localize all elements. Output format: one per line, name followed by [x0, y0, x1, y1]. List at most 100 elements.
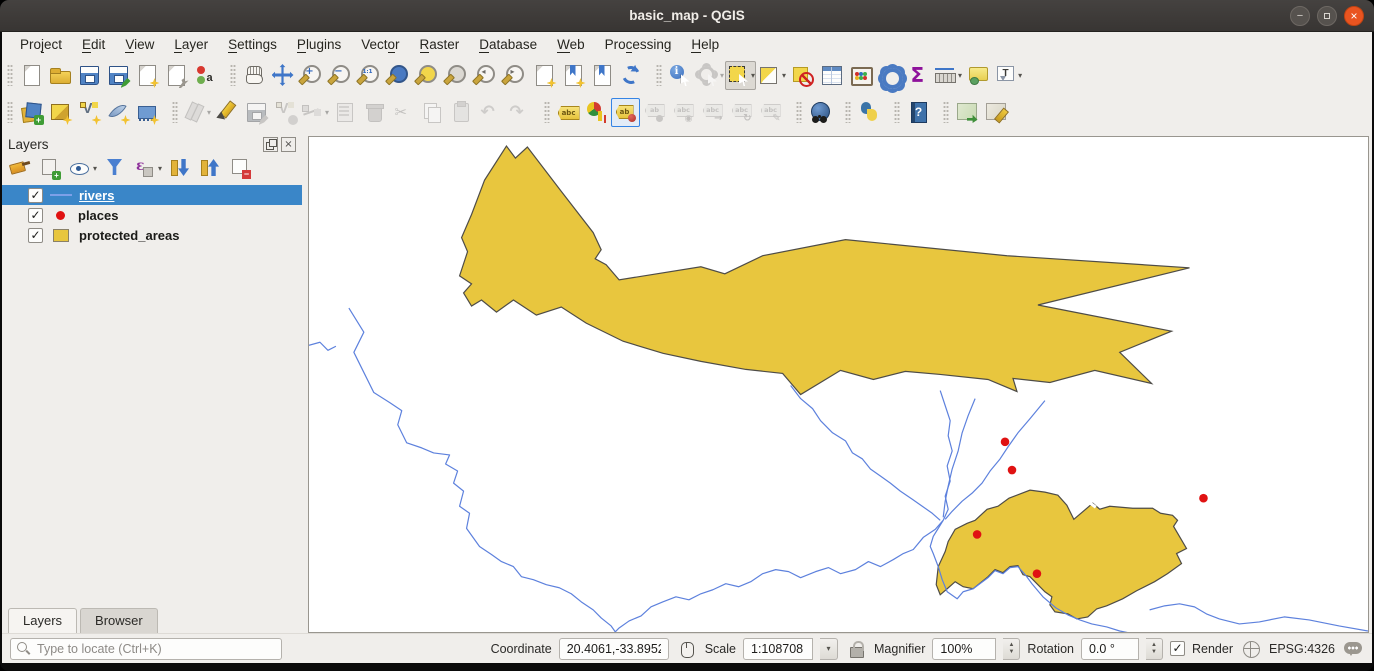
toggle-editing-button[interactable]: [212, 98, 241, 127]
data-source-manager-button[interactable]: [16, 98, 45, 127]
save-layer-edits-button[interactable]: [241, 98, 270, 127]
map-tips-button[interactable]: [963, 61, 992, 90]
toolbar-handle[interactable]: [656, 64, 662, 86]
dropdown-arrow-icon[interactable]: ▾: [720, 71, 724, 80]
toolbar-handle[interactable]: [796, 101, 802, 123]
filter-legend-button[interactable]: [103, 156, 127, 180]
pin-labels-button[interactable]: [611, 98, 640, 127]
change-label-button[interactable]: [756, 98, 785, 127]
add-feature-button[interactable]: [270, 98, 299, 127]
layer-item-rivers[interactable]: ✓rivers: [2, 185, 302, 205]
crs-globe-icon[interactable]: [1240, 637, 1262, 661]
vertex-tool-button[interactable]: ▾: [299, 98, 330, 127]
toolbar-handle[interactable]: [894, 101, 900, 123]
spin-down-icon[interactable]: ▼: [1151, 649, 1157, 656]
rotation-input[interactable]: [1087, 641, 1133, 657]
new-geopackage-layer-button[interactable]: [45, 98, 74, 127]
menu-layer[interactable]: Layer: [164, 34, 218, 55]
dropdown-arrow-icon[interactable]: ▾: [207, 108, 211, 117]
new-print-layout-button[interactable]: [132, 61, 161, 90]
add-group-button[interactable]: [38, 156, 62, 180]
new-shapefile-layer-button[interactable]: [74, 98, 103, 127]
open-attribute-table-button[interactable]: [816, 61, 845, 90]
toolbar-handle[interactable]: [230, 64, 236, 86]
new-project-button[interactable]: [16, 61, 45, 90]
scale-input[interactable]: [749, 641, 807, 657]
processing-toolbox-button[interactable]: [874, 61, 903, 90]
measure-line-button[interactable]: ▾: [932, 61, 963, 90]
scale-field[interactable]: [743, 638, 813, 660]
tab-browser[interactable]: Browser: [80, 608, 158, 633]
show-spatial-bookmarks-button[interactable]: [558, 61, 587, 90]
layer-item-protected_areas[interactable]: ✓protected_areas: [20, 225, 302, 245]
style-manager-button[interactable]: [190, 61, 219, 90]
toolbar-handle[interactable]: [845, 101, 851, 123]
select-by-form-button[interactable]: ▾: [756, 61, 787, 90]
close-button[interactable]: ×: [1344, 6, 1364, 26]
dropdown-arrow-icon[interactable]: ▾: [751, 71, 755, 80]
move-label-button[interactable]: [698, 98, 727, 127]
toolbar-handle[interactable]: [7, 101, 13, 123]
new-spatial-bookmark-button[interactable]: [529, 61, 558, 90]
save-project-as-button[interactable]: [103, 61, 132, 90]
dropdown-arrow-icon[interactable]: ▾: [1018, 71, 1022, 80]
menu-view[interactable]: View: [115, 34, 164, 55]
rotate-label-button[interactable]: [727, 98, 756, 127]
menu-processing[interactable]: Processing: [595, 34, 682, 55]
zoom-full-button[interactable]: [384, 61, 413, 90]
show-layout-manager-button[interactable]: [161, 61, 190, 90]
locator-bar[interactable]: [10, 638, 282, 660]
field-calculator-button[interactable]: [845, 61, 874, 90]
new-virtual-layer-button[interactable]: [132, 98, 161, 127]
paste-features-button[interactable]: [446, 98, 475, 127]
dropdown-arrow-icon[interactable]: ▾: [325, 108, 329, 117]
highlight-pinned-labels-button[interactable]: [640, 98, 669, 127]
messages-icon[interactable]: [1342, 637, 1364, 661]
mouse-position-toggle-icon[interactable]: [676, 637, 698, 661]
minimize-button[interactable]: −: [1290, 6, 1310, 26]
redo-button[interactable]: [504, 98, 533, 127]
menu-raster[interactable]: Raster: [410, 34, 470, 55]
panel-float-button[interactable]: [263, 137, 278, 152]
rotation-spinner[interactable]: ▲▼: [1146, 638, 1163, 660]
map-canvas[interactable]: [308, 136, 1369, 633]
layer-checkbox[interactable]: ✓: [28, 228, 43, 243]
undo-button[interactable]: [475, 98, 504, 127]
remove-layer-button[interactable]: [228, 156, 252, 180]
panel-close-button[interactable]: ×: [281, 137, 296, 152]
menu-help[interactable]: Help: [681, 34, 729, 55]
show-bookmark-manager-button[interactable]: [587, 61, 616, 90]
dropdown-arrow-icon[interactable]: ▾: [782, 71, 786, 80]
title-bar[interactable]: basic_map - QGIS − ×: [0, 0, 1374, 32]
deselect-features-button[interactable]: [787, 61, 816, 90]
dropdown-arrow-icon[interactable]: ▾: [93, 164, 97, 173]
collapse-all-button[interactable]: [198, 156, 222, 180]
pan-map-button[interactable]: [239, 61, 268, 90]
run-feature-action-button[interactable]: ▾: [694, 61, 725, 90]
layer-item-places[interactable]: ✓places: [20, 205, 302, 225]
locator-input[interactable]: [35, 641, 275, 657]
toolbar-handle[interactable]: [7, 64, 13, 86]
delete-selected-button[interactable]: [359, 98, 388, 127]
tab-layers[interactable]: Layers: [8, 608, 77, 633]
copy-features-button[interactable]: [417, 98, 446, 127]
magnifier-input[interactable]: [938, 641, 990, 657]
maximize-button[interactable]: [1317, 6, 1337, 26]
menu-project[interactable]: Project: [10, 34, 72, 55]
spin-up-icon[interactable]: ▲: [1008, 642, 1014, 649]
refresh-map-button[interactable]: [616, 61, 645, 90]
toolbar-handle[interactable]: [172, 101, 178, 123]
help-contents-button[interactable]: [903, 98, 932, 127]
layer-labeling-button[interactable]: [553, 98, 582, 127]
plugin-map-sketch-button[interactable]: [981, 98, 1010, 127]
filter-legend-expression-button[interactable]: ▾: [133, 156, 162, 180]
rotation-field[interactable]: [1081, 638, 1139, 660]
zoom-to-layer-button[interactable]: [442, 61, 471, 90]
identify-features-button[interactable]: [665, 61, 694, 90]
layer-checkbox[interactable]: ✓: [28, 208, 43, 223]
menu-web[interactable]: Web: [547, 34, 595, 55]
cut-features-button[interactable]: [388, 98, 417, 127]
scale-dropdown-button[interactable]: ▾: [820, 638, 838, 660]
zoom-in-button[interactable]: +: [297, 61, 326, 90]
coordinate-field[interactable]: [559, 638, 669, 660]
